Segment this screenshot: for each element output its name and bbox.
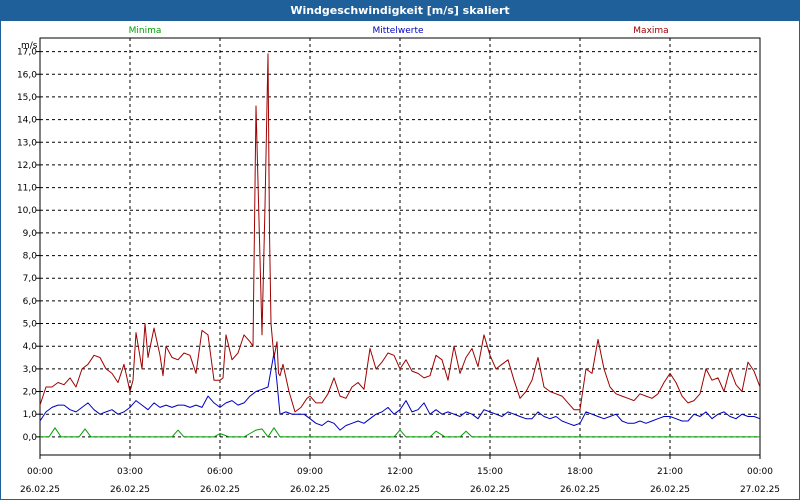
x-tick-date: 26.02.25 <box>470 485 510 495</box>
x-tick-time: 15:00 <box>477 467 503 477</box>
x-tick-date: 26.02.25 <box>650 485 690 495</box>
x-tick-time: 18:00 <box>567 467 593 477</box>
y-axis-label: m/s <box>21 41 38 51</box>
x-tick-time: 12:00 <box>387 467 413 477</box>
x-tick-date: 26.02.25 <box>560 485 600 495</box>
y-tick-label: 3,0 <box>23 365 38 375</box>
y-tick-label: 1,0 <box>23 410 38 420</box>
y-tick-label: 13,0 <box>17 138 37 148</box>
y-tick-label: 15,0 <box>17 93 37 103</box>
y-tick-label: 16,0 <box>17 70 37 80</box>
y-tick-label: 4,0 <box>23 342 38 352</box>
x-tick-time: 09:00 <box>297 467 323 477</box>
y-tick-label: 8,0 <box>23 252 38 262</box>
legend: Minima Mittelwerte Maxima <box>129 26 669 36</box>
grid <box>40 38 760 455</box>
x-tick-date: 27.02.25 <box>740 485 780 495</box>
x-tick-time: 21:00 <box>657 467 683 477</box>
y-tick-label: 12,0 <box>17 161 37 171</box>
x-tick-date: 26.02.25 <box>290 485 330 495</box>
x-tick-date: 26.02.25 <box>200 485 240 495</box>
x-tick-time: 03:00 <box>117 467 143 477</box>
y-tick-label: 10,0 <box>17 206 37 216</box>
x-tick-time: 00:00 <box>747 467 773 477</box>
x-tick-time: 06:00 <box>207 467 233 477</box>
y-tick-label: 7,0 <box>23 274 38 284</box>
legend-item-maxima: Maxima <box>633 26 668 36</box>
legend-item-mittelwerte: Mittelwerte <box>372 26 423 36</box>
y-tick-label: 14,0 <box>17 116 37 126</box>
x-tick-date: 26.02.25 <box>110 485 150 495</box>
legend-item-minima: Minima <box>129 26 162 36</box>
y-tick-label: 0,0 <box>23 433 38 443</box>
y-tick-label: 9,0 <box>23 229 38 239</box>
wind-speed-chart: 0,0 1,0 2,0 3,0 4,0 5,0 6,0 7,0 8,0 9,0 10,0 11,0 12… <box>17 26 780 495</box>
x-tick-date: 26.02.25 <box>20 485 60 495</box>
y-tick-label: 6,0 <box>23 297 38 307</box>
y-axis: 0,0 1,0 2,0 3,0 4,0 5,0 6,0 7,0 8,0 9,0 10,0 11,0 12… <box>17 48 40 443</box>
y-tick-label: 11,0 <box>17 184 37 194</box>
x-tick-time: 00:00 <box>27 467 53 477</box>
y-tick-label: 2,0 <box>23 388 38 398</box>
y-tick-label: 5,0 <box>23 320 38 330</box>
x-tick-date: 26.02.25 <box>380 485 420 495</box>
x-axis: 00:00 26.02.25 03:00 26.02.25 06:00 26.02.25 0… <box>20 455 780 495</box>
